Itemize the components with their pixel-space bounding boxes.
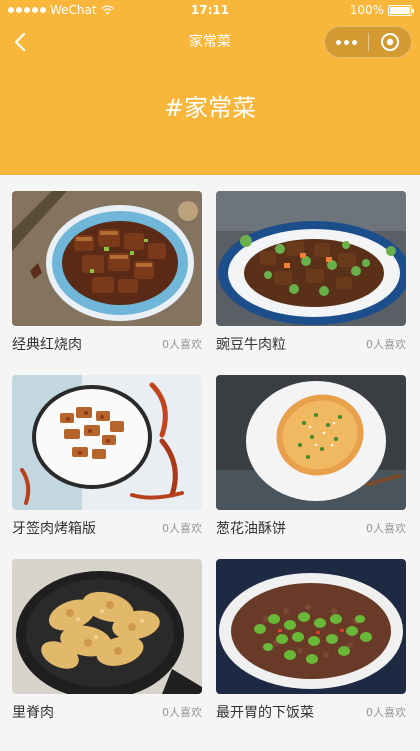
dish-image[interactable] xyxy=(216,559,406,694)
carrier-label: WeChat xyxy=(50,3,97,17)
battery-fill xyxy=(390,6,410,14)
dish-meta: 豌豆牛肉粒 0人喜欢 xyxy=(216,326,406,361)
signal-icon xyxy=(8,7,46,13)
dish-name: 葱花油酥饼 xyxy=(216,520,286,537)
likes-count: 0人喜欢 xyxy=(162,705,202,719)
dish-card[interactable]: 最开胃的下饭菜 0人喜欢 xyxy=(216,559,406,729)
dish-name: 最开胃的下饭菜 xyxy=(216,704,314,721)
close-button[interactable] xyxy=(368,26,411,58)
category-banner: #家常菜 xyxy=(0,64,420,175)
battery-percent: 100% xyxy=(349,3,384,17)
wifi-icon xyxy=(101,5,114,15)
dish-card[interactable]: 里脊肉 0人喜欢 xyxy=(12,559,202,729)
category-title: #家常菜 xyxy=(163,94,257,122)
dish-meta: 经典红烧肉 0人喜欢 xyxy=(12,326,202,361)
dish-meta: 葱花油酥饼 0人喜欢 xyxy=(216,510,406,545)
dish-name: 经典红烧肉 xyxy=(12,336,82,353)
navigation-bar: 家常菜 xyxy=(0,20,420,64)
dish-name: 牙签肉烤箱版 xyxy=(12,520,96,537)
likes-count: 0人喜欢 xyxy=(366,337,406,351)
dish-card[interactable]: 豌豆牛肉粒 0人喜欢 xyxy=(216,191,406,361)
likes-count: 0人喜欢 xyxy=(162,521,202,535)
dish-image[interactable] xyxy=(12,375,202,510)
status-bar: WeChat 17:11 100% xyxy=(0,0,420,20)
back-button[interactable] xyxy=(6,28,34,56)
more-button[interactable] xyxy=(325,26,368,58)
likes-count: 0人喜欢 xyxy=(366,521,406,535)
chevron-left-icon xyxy=(14,33,26,51)
dish-image[interactable] xyxy=(216,191,406,326)
dish-card[interactable]: 牙签肉烤箱版 0人喜欢 xyxy=(12,375,202,545)
dish-grid: 经典红烧肉 0人喜欢 豌豆牛肉粒 0人喜欢 牙签肉烤箱版 0人喜欢 葱花油酥饼 … xyxy=(0,175,420,729)
dish-image[interactable] xyxy=(12,191,202,326)
likes-count: 0人喜欢 xyxy=(366,705,406,719)
status-right: 100% xyxy=(349,3,414,17)
battery-icon xyxy=(388,4,414,16)
close-circle-icon xyxy=(380,33,399,51)
dish-card[interactable]: 葱花油酥饼 0人喜欢 xyxy=(216,375,406,545)
app-screen: WeChat 17:11 100% 家常菜 #家常菜 经典红烧肉 0人喜欢 豌豆… xyxy=(0,0,420,751)
status-left: WeChat xyxy=(8,3,114,17)
likes-count: 0人喜欢 xyxy=(162,337,202,351)
dish-meta: 牙签肉烤箱版 0人喜欢 xyxy=(12,510,202,545)
mini-program-capsule xyxy=(324,26,412,58)
dish-image[interactable] xyxy=(12,559,202,694)
dish-card[interactable]: 经典红烧肉 0人喜欢 xyxy=(12,191,202,361)
dish-meta: 最开胃的下饭菜 0人喜欢 xyxy=(216,694,406,729)
dish-meta: 里脊肉 0人喜欢 xyxy=(12,694,202,729)
more-dots-icon xyxy=(335,39,357,45)
dish-image[interactable] xyxy=(216,375,406,510)
dish-name: 里脊肉 xyxy=(12,704,54,721)
dish-name: 豌豆牛肉粒 xyxy=(216,336,286,353)
